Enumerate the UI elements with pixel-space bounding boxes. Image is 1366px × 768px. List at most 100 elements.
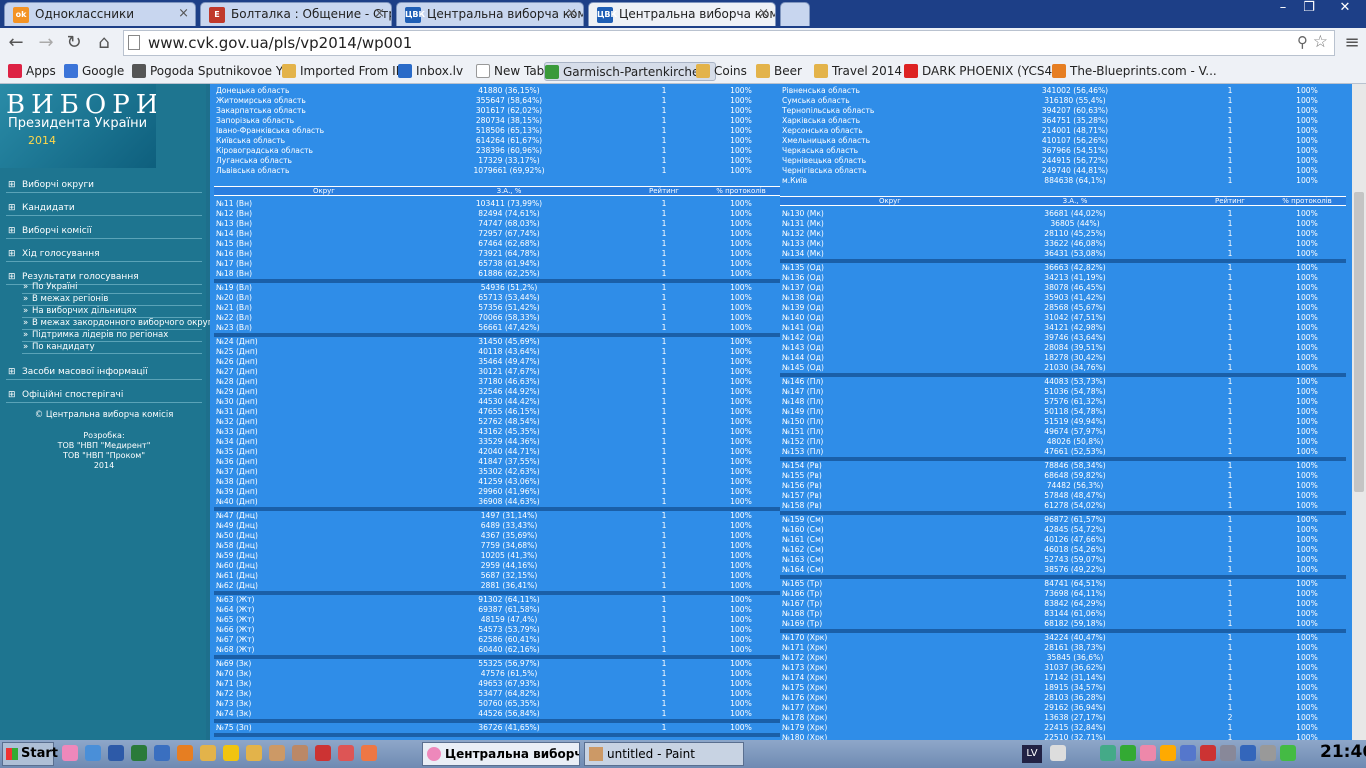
chrome-icon[interactable] <box>62 745 78 761</box>
district-name[interactable]: №132 (Мк) <box>782 229 824 239</box>
district-name[interactable]: №62 (Днц) <box>216 581 258 591</box>
district-name[interactable]: Кіровоградська область <box>216 146 313 156</box>
district-name[interactable]: Чернівецька область <box>782 156 866 166</box>
district-name[interactable]: №149 (Пл) <box>782 407 823 417</box>
district-name[interactable]: №144 (Од) <box>782 353 824 363</box>
district-name[interactable]: Хмельницька область <box>782 136 870 146</box>
district-name[interactable]: №67 (Жт) <box>216 635 255 645</box>
district-name[interactable]: №174 (Хрк) <box>782 673 827 683</box>
outlook-icon[interactable] <box>154 745 170 761</box>
menu-icon[interactable]: ≡ <box>1340 32 1364 53</box>
district-name[interactable]: №21 (Вл) <box>216 303 252 313</box>
shield-icon[interactable] <box>1180 745 1196 761</box>
district-name[interactable]: №49 (Днц) <box>216 521 258 531</box>
district-name[interactable]: №23 (Вл) <box>216 323 252 333</box>
district-name[interactable]: №18 (Вн) <box>216 269 252 279</box>
district-name[interactable]: №34 (Днп) <box>216 437 258 447</box>
district-name[interactable]: №158 (Рв) <box>782 501 822 511</box>
district-name[interactable]: №169 (Тр) <box>782 619 822 629</box>
bookmark-item[interactable]: New Tab <box>476 62 544 81</box>
district-name[interactable]: №17 (Вн) <box>216 259 252 269</box>
district-name[interactable]: Івано-Франківська область <box>216 126 324 136</box>
bookmark-item[interactable]: Beer <box>756 62 802 81</box>
district-name[interactable]: №64 (Жт) <box>216 605 255 615</box>
sidebar-sub-abroad[interactable]: В межах закордонного виборчого округу <box>22 318 217 330</box>
district-name[interactable]: №165 (Тр) <box>782 579 822 589</box>
district-name[interactable]: №145 (Од) <box>782 363 824 373</box>
sidebar-sub-leaders[interactable]: Підтримка лідерів по регіонах <box>22 330 202 342</box>
district-name[interactable]: м.Київ <box>782 176 807 186</box>
district-name[interactable]: №11 (Вн) <box>216 199 252 209</box>
scrollbar-thumb[interactable] <box>1354 192 1364 492</box>
district-name[interactable]: №130 (Мк) <box>782 209 824 219</box>
district-name[interactable]: №28 (Днп) <box>216 377 258 387</box>
district-name[interactable]: Харківська область <box>782 116 860 126</box>
tab-cvk-2[interactable]: ЦВК Центральна виборча коміс × <box>588 2 776 26</box>
bookmark-item[interactable]: DARK PHOENIX (YCS4... <box>904 62 1064 81</box>
district-name[interactable]: №15 (Вн) <box>216 239 252 249</box>
district-name[interactable]: №50 (Днц) <box>216 531 258 541</box>
district-name[interactable]: Чернігівська область <box>782 166 867 176</box>
district-name[interactable]: №151 (Пл) <box>782 427 823 437</box>
star-icon[interactable]: ☆ <box>1313 32 1328 52</box>
bookmark-item[interactable]: Garmisch-Partenkirche... <box>544 62 716 81</box>
district-name[interactable]: №27 (Днп) <box>216 367 258 377</box>
page-scrollbar[interactable] <box>1352 84 1366 740</box>
minimize-icon[interactable]: – <box>1270 0 1296 18</box>
district-name[interactable]: №39 (Днп) <box>216 487 258 497</box>
folder-icon[interactable] <box>200 745 216 761</box>
district-name[interactable]: №146 (Пл) <box>782 377 823 387</box>
district-name[interactable]: №19 (Вл) <box>216 283 252 293</box>
bookmark-item[interactable]: Google <box>64 62 124 81</box>
sync-icon[interactable] <box>1160 745 1176 761</box>
district-name[interactable]: №163 (См) <box>782 555 824 565</box>
district-name[interactable]: №59 (Днц) <box>216 551 258 561</box>
district-name[interactable]: №134 (Мк) <box>782 249 824 259</box>
district-name[interactable]: №26 (Днп) <box>216 357 258 367</box>
district-name[interactable]: №32 (Днп) <box>216 417 258 427</box>
start-button[interactable]: Start <box>2 742 58 766</box>
district-name[interactable]: №61 (Днц) <box>216 571 258 581</box>
bookmark-item[interactable]: The-Blueprints.com - V... <box>1052 62 1217 81</box>
district-name[interactable]: №20 (Вл) <box>216 293 252 303</box>
district-name[interactable]: №131 (Мк) <box>782 219 824 229</box>
tool-icon[interactable] <box>292 745 308 761</box>
sidebar-item-observers[interactable]: Офіційні спостерігачі <box>6 390 202 403</box>
district-name[interactable]: №73 (Зк) <box>216 699 251 709</box>
district-name[interactable]: №13 (Вн) <box>216 219 252 229</box>
district-name[interactable]: №143 (Од) <box>782 343 824 353</box>
bookmark-item[interactable]: Coins <box>696 62 747 81</box>
reload-icon[interactable]: ↻ <box>62 32 86 53</box>
district-name[interactable]: №140 (Од) <box>782 313 824 323</box>
search-icon[interactable]: ⚲ <box>1297 33 1308 51</box>
district-name[interactable]: №33 (Днп) <box>216 427 258 437</box>
sun-icon[interactable] <box>223 745 239 761</box>
back-icon[interactable]: ← <box>4 32 28 53</box>
district-name[interactable]: №155 (Рв) <box>782 471 822 481</box>
district-name[interactable]: №75 (Зп) <box>216 723 252 733</box>
district-name[interactable]: №14 (Вн) <box>216 229 252 239</box>
district-name[interactable]: №69 (Зк) <box>216 659 251 669</box>
district-name[interactable]: №47 (Днц) <box>216 511 258 521</box>
district-name[interactable]: №137 (Од) <box>782 283 824 293</box>
district-name[interactable]: №170 (Хрк) <box>782 633 827 643</box>
sidebar-sub-ukraine[interactable]: По Україні <box>22 282 202 294</box>
tab-odnoklassniki[interactable]: ok Одноклассники × <box>4 2 196 26</box>
district-name[interactable]: Рівненська область <box>782 86 860 96</box>
district-name[interactable]: №159 (См) <box>782 515 824 525</box>
district-name[interactable]: №148 (Пл) <box>782 397 823 407</box>
district-name[interactable]: №68 (Жт) <box>216 645 255 655</box>
close-window-icon[interactable]: ✕ <box>1328 0 1362 18</box>
bookmark-item[interactable]: Apps <box>8 62 56 81</box>
district-name[interactable]: №22 (Вл) <box>216 313 252 323</box>
sidebar-item-districts[interactable]: Виборчі округи <box>6 180 202 193</box>
district-name[interactable]: №136 (Од) <box>782 273 824 283</box>
district-name[interactable]: Житомирська область <box>216 96 306 106</box>
district-name[interactable]: №74 (Зк) <box>216 709 251 719</box>
district-name[interactable]: №139 (Од) <box>782 303 824 313</box>
district-name[interactable]: №154 (Рв) <box>782 461 822 471</box>
district-name[interactable]: №38 (Днп) <box>216 477 258 487</box>
district-name[interactable]: №37 (Днп) <box>216 467 258 477</box>
sidebar-item-candidates[interactable]: Кандидати <box>6 203 202 216</box>
district-name[interactable]: №138 (Од) <box>782 293 824 303</box>
